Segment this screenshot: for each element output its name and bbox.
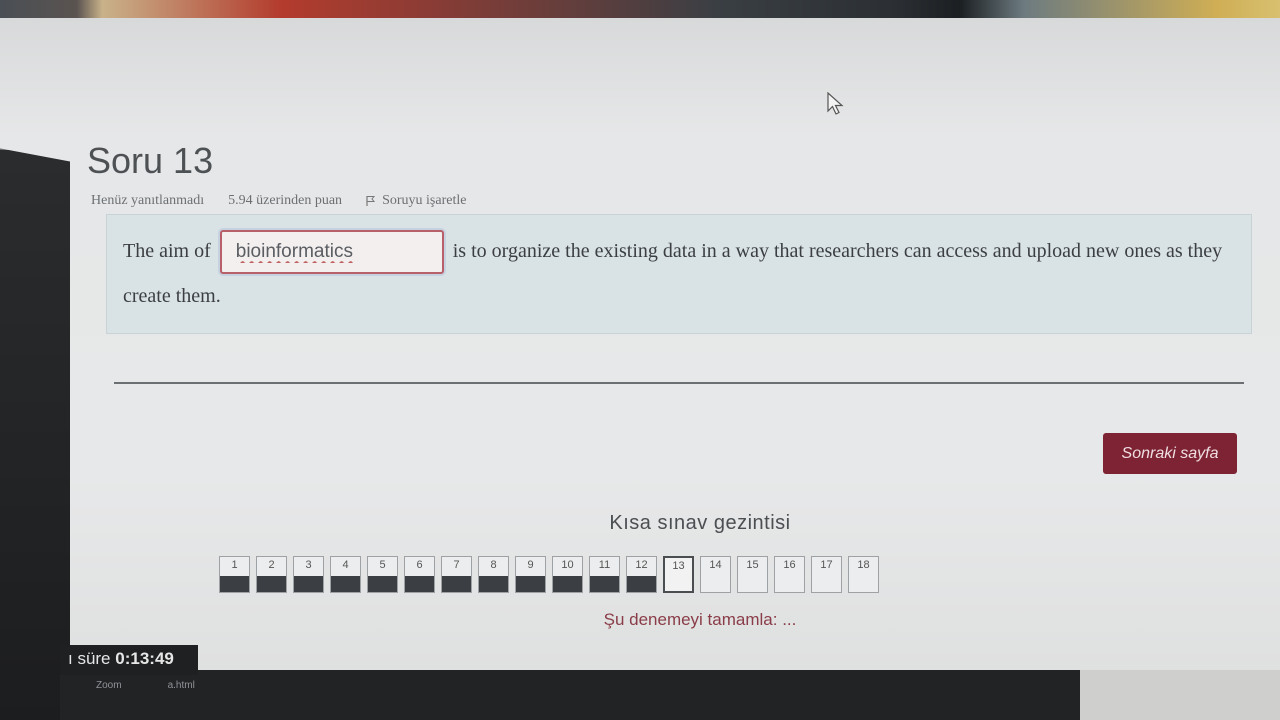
quiz-nav-button[interactable]: 1 [219, 556, 250, 593]
taskbar-item[interactable]: a.html [168, 680, 195, 691]
answer-input[interactable] [219, 230, 444, 275]
monitor-bezel-bottom [60, 668, 1080, 720]
quiz-nav-button[interactable]: 12 [626, 556, 657, 593]
divider-line [114, 382, 1244, 384]
quiz-navigation: 1 2 3 4 5 6 7 8 9 10 11 12 13 14 15 16 17 18 [219, 556, 879, 596]
quiz-navigation-title: Kısa sınav gezintisi [609, 512, 791, 534]
timer-value: 0:13:49 [115, 649, 174, 668]
question-points: 5.94 üzerinden puan [228, 193, 343, 208]
taskbar: Zoom a.html [96, 680, 195, 691]
question-content-box: The aim of is to organize the existing d… [106, 214, 1252, 334]
question-text: The aim of is to organize the existing d… [123, 229, 1243, 318]
quiz-nav-button[interactable]: 17 [811, 556, 842, 593]
quiz-nav-button[interactable]: 6 [404, 556, 435, 593]
timer-label: ı süre [68, 649, 111, 668]
question-text-before: The aim of [123, 240, 211, 262]
quiz-nav-button[interactable]: 5 [367, 556, 398, 593]
finish-attempt-link[interactable]: Şu denemeyi tamamla: ... [520, 610, 880, 630]
flag-question-label: Soruyu işaretle [382, 193, 467, 208]
time-remaining: ı süre 0:13:49 [60, 645, 198, 675]
quiz-nav-button[interactable]: 8 [478, 556, 509, 593]
flag-icon [366, 196, 376, 206]
quiz-nav-button[interactable]: 10 [552, 556, 583, 593]
quiz-nav-button[interactable]: 16 [774, 556, 805, 593]
question-info: Henüz yanıtlanmadı 5.94 üzerinden puan S… [91, 192, 466, 210]
quiz-nav-button[interactable]: 2 [256, 556, 287, 593]
mouse-cursor-icon [827, 92, 844, 115]
quiz-nav-button[interactable]: 3 [293, 556, 324, 593]
quiz-nav-button[interactable]: 11 [589, 556, 620, 593]
desk-background [1080, 668, 1280, 720]
quiz-nav-button[interactable]: 14 [700, 556, 731, 593]
quiz-nav-button[interactable]: 13 [663, 556, 694, 593]
question-title: Soru 13 [87, 140, 214, 181]
quiz-nav-button[interactable]: 9 [515, 556, 546, 593]
quiz-nav-button[interactable]: 7 [441, 556, 472, 593]
monitor-bezel-left [0, 150, 70, 720]
next-page-button[interactable]: Sonraki sayfa [1103, 433, 1237, 474]
flag-question-link[interactable]: Soruyu işaretle [366, 193, 466, 209]
quiz-nav-button[interactable]: 18 [848, 556, 879, 593]
quiz-nav-button[interactable]: 4 [330, 556, 361, 593]
question-status: Henüz yanıtlanmadı [91, 193, 205, 208]
quiz-nav-button[interactable]: 15 [737, 556, 768, 593]
taskbar-item[interactable]: Zoom [96, 680, 122, 691]
